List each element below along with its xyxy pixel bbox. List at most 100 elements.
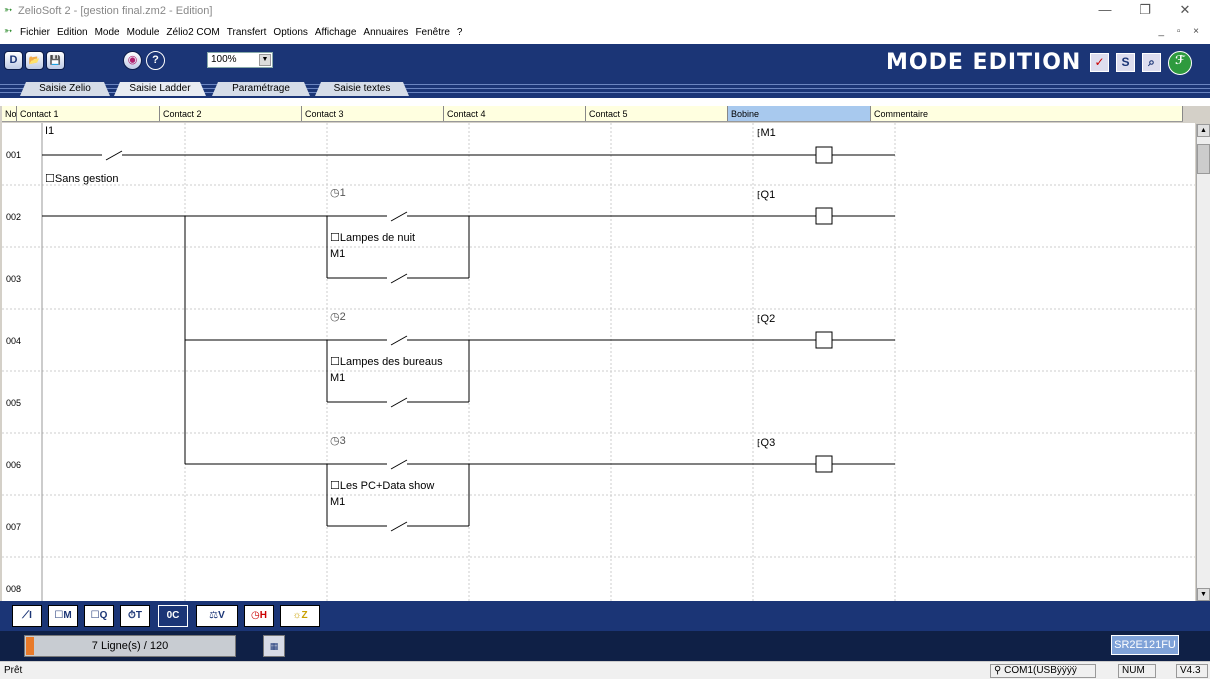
chevron-down-icon: ▼ — [259, 54, 271, 66]
header-contact-4: Contact 4 — [444, 106, 586, 121]
menu-help[interactable]: ? — [457, 27, 463, 38]
timer-icon: ◷ — [330, 187, 340, 199]
tab-parametrage[interactable]: Paramétrage — [212, 82, 310, 96]
view-eye-icon[interactable]: ◉ — [123, 51, 142, 70]
com-port-panel: ⚲ COM1(USBÿÿÿÿ — [990, 664, 1096, 678]
tab-saisie-textes[interactable]: Saisie textes — [315, 82, 409, 96]
menu-zelio2-com[interactable]: Zélio2 COM — [166, 27, 219, 38]
contact-name[interactable]: ◷2 — [330, 310, 346, 323]
header-commentaire: Commentaire — [871, 106, 1183, 121]
contact-name[interactable]: M1 — [330, 248, 345, 260]
scroll-down-icon[interactable]: ▼ — [1197, 588, 1210, 601]
menu-mode[interactable]: Mode — [95, 27, 120, 38]
menu-edition[interactable]: Edition — [57, 27, 88, 38]
menu-affichage[interactable]: Affichage — [315, 27, 357, 38]
open-folder-icon[interactable]: 📂 — [25, 51, 44, 70]
row-number: 001 — [6, 150, 22, 160]
contact-comment: ☐Sans gestion — [45, 173, 119, 185]
rung-004 — [185, 331, 895, 408]
comment-box-icon: ☐ — [45, 173, 55, 185]
contact-name[interactable]: ◷1 — [330, 186, 346, 199]
mdi-controls[interactable]: _ ▫ × — [1158, 26, 1204, 37]
monitoring-mode-icon[interactable]: ⌕ — [1142, 53, 1161, 72]
close-button[interactable]: ✕ — [1170, 2, 1200, 18]
menu-fenetre[interactable]: Fenêtre — [415, 27, 449, 38]
zeliosoft-icon: ➳ — [4, 5, 13, 16]
row-number: 006 — [6, 460, 22, 470]
coil-name[interactable]: ⁅M1 — [757, 127, 776, 139]
row-number: 007 — [6, 522, 22, 532]
timer-icon: ◷ — [330, 311, 340, 323]
window-title: ZelioSoft 2 - [gestion final.zm2 - Editi… — [18, 5, 213, 17]
timer-icon: ◷ — [330, 435, 340, 447]
grid-header: No Contact 1 Contact 2 Contact 3 Contact… — [2, 106, 1183, 122]
header-contact-2: Contact 2 — [160, 106, 302, 121]
row-number: 005 — [6, 398, 22, 408]
grid-lines — [2, 123, 1195, 601]
menu-options[interactable]: Options — [273, 27, 307, 38]
input-contact-icon[interactable]: ⟋I — [12, 605, 42, 627]
contact-name[interactable]: I1 — [45, 125, 54, 137]
tab-saisie-ladder[interactable]: Saisie Ladder — [114, 82, 206, 96]
minimize-button[interactable]: — — [1090, 2, 1120, 17]
edit-mode-icon[interactable]: ✓ — [1090, 53, 1109, 72]
counter-block-icon[interactable]: 0C — [158, 605, 188, 627]
ladder-diagram — [2, 123, 1195, 601]
output-coil-icon[interactable]: ☐Q — [84, 605, 114, 627]
zelio-logo-icon: ℱ — [1168, 51, 1192, 75]
line-count: 7 Ligne(s) / 120 — [24, 635, 236, 657]
vertical-scrollbar[interactable]: ▲ ▼ — [1196, 124, 1210, 601]
clock-icon[interactable]: ◷H — [244, 605, 274, 627]
row-number: 002 — [6, 212, 22, 222]
menu-bar: ➳ Fichier Edition Mode Module Zélio2 COM… — [0, 22, 1210, 44]
ladder-canvas[interactable]: 001 002 003 004 005 006 007 008 I1 ☐Sans… — [2, 123, 1195, 601]
header-bobine: Bobine — [728, 106, 871, 121]
header-no: No — [2, 106, 17, 121]
menu-annuaires[interactable]: Annuaires — [363, 27, 408, 38]
element-palette: ⟋I ☐M ☐Q ⏱T 0C ⚖V ◷H ☼Z — [0, 601, 1210, 631]
timer-block-icon[interactable]: ⏱T — [120, 605, 150, 627]
scroll-up-icon[interactable]: ▲ — [1197, 124, 1210, 137]
summer-winter-icon[interactable]: ☼Z — [280, 605, 320, 627]
rung-006 — [185, 455, 895, 532]
document-icon: ➳ — [4, 26, 13, 37]
comment-box-icon: ☐ — [330, 356, 340, 368]
help-icon[interactable]: ? — [146, 51, 165, 70]
status-text: Prêt — [4, 665, 23, 676]
contact-name[interactable]: M1 — [330, 372, 345, 384]
save-icon[interactable]: 💾 — [46, 51, 65, 70]
tab-saisie-zelio[interactable]: Saisie Zelio — [20, 82, 110, 96]
zoom-select[interactable]: 100% ▼ — [207, 52, 273, 68]
menu-transfert[interactable]: Transfert — [227, 27, 267, 38]
row-number: 008 — [6, 584, 22, 594]
module-config-icon[interactable]: ▦ — [263, 635, 285, 657]
contact-name[interactable]: ◷3 — [330, 434, 346, 447]
restore-button[interactable]: ❐ — [1130, 2, 1160, 18]
contact-comment: ☐Les PC+Data show — [330, 480, 435, 492]
coil-name[interactable]: ⁅Q3 — [757, 437, 775, 449]
header-contact-5: Contact 5 — [586, 106, 728, 121]
title-bar: ➳ ZelioSoft 2 - [gestion final.zm2 - Edi… — [0, 0, 1210, 22]
new-file-icon[interactable]: D — [4, 51, 23, 70]
status-bar: Prêt ⚲ COM1(USBÿÿÿÿ NUM V4.3 — [0, 661, 1210, 679]
menu-module[interactable]: Module — [127, 27, 160, 38]
simulation-mode-icon[interactable]: S — [1116, 53, 1135, 72]
module-reference[interactable]: SR2E121FU — [1111, 635, 1179, 655]
num-lock-panel: NUM — [1118, 664, 1156, 678]
coil-name[interactable]: ⁅Q1 — [757, 189, 775, 201]
info-bar: 7 Ligne(s) / 120 ▦ SR2E121FU — [0, 631, 1210, 661]
zoom-value: 100% — [211, 54, 237, 65]
scroll-thumb[interactable] — [1197, 144, 1210, 174]
row-number: 003 — [6, 274, 22, 284]
separator — [0, 98, 1210, 106]
usb-icon: ⚲ — [994, 665, 1005, 676]
menu-fichier[interactable]: Fichier — [20, 27, 50, 38]
aux-relay-icon[interactable]: ☐M — [48, 605, 78, 627]
analog-compare-icon[interactable]: ⚖V — [196, 605, 238, 627]
contact-name[interactable]: M1 — [330, 496, 345, 508]
contact-comment: ☐Lampes de nuit — [330, 232, 416, 244]
ladder-grid: No Contact 1 Contact 2 Contact 3 Contact… — [0, 106, 1210, 601]
contact-comment: ☐Lampes des bureaus — [330, 356, 443, 368]
coil-name[interactable]: ⁅Q2 — [757, 313, 775, 325]
comment-box-icon: ☐ — [330, 480, 340, 492]
